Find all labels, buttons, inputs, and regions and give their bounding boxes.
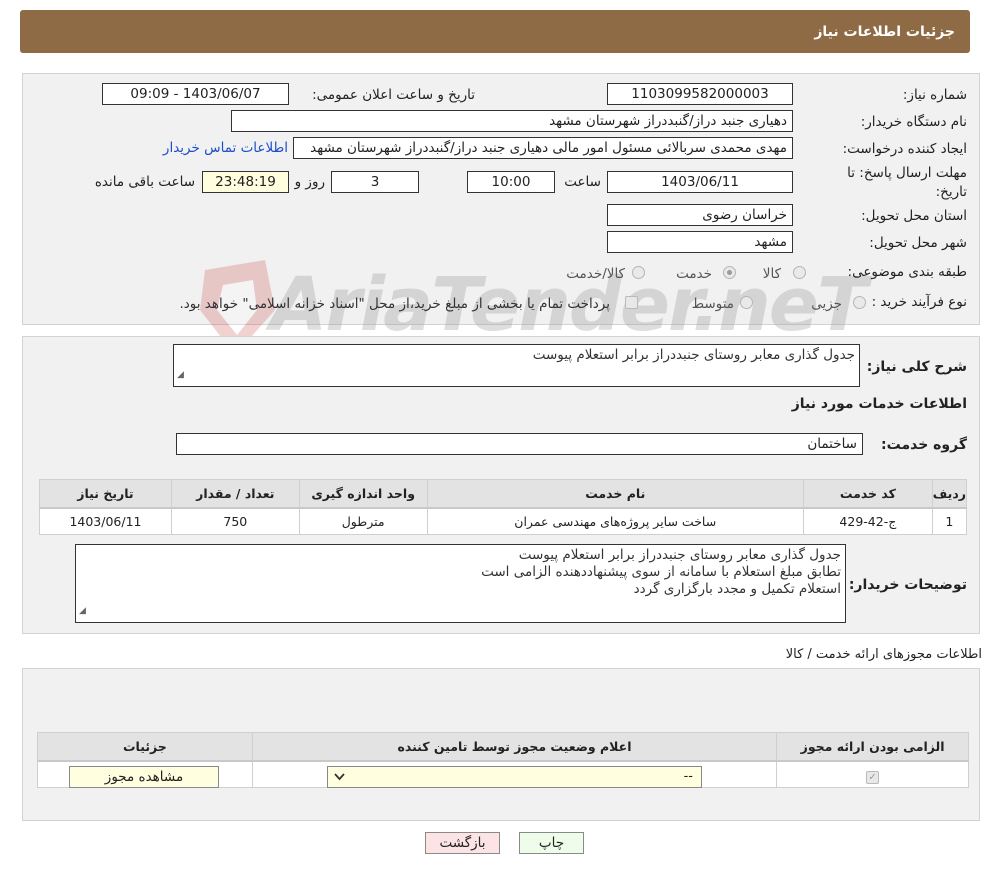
page-header: جزئیات اطلاعات نیاز	[20, 10, 970, 53]
category-goods-radio[interactable]	[793, 266, 806, 279]
category-goods-service-label: کالا/خدمت	[566, 266, 625, 282]
buyer-notes-textarea[interactable]: جدول گذاری معابر روستای جنبددراز برابر ا…	[75, 544, 846, 623]
payment-note: پرداخت تمام یا بخشی از مبلغ خرید،از محل …	[179, 296, 610, 312]
process-label: نوع فرآیند خرید :	[871, 294, 967, 310]
remaining-label: ساعت باقی مانده	[94, 174, 195, 190]
buyer-org-field: دهیاری جنبد دراز/گنبددراز شهرستان مشهد	[231, 110, 793, 132]
announce-field: 1403/06/07 - 09:09	[102, 83, 289, 105]
province-field: خراسان رضوی	[607, 204, 793, 226]
col-unit: واحد اندازه گیری	[298, 479, 428, 509]
cell-row: 1	[931, 507, 968, 535]
buyer-note-line: استعلام تکمیل و مجدد بارگزاری گردد	[633, 581, 841, 597]
col-permit-required: الزامی بودن ارائه مجوز	[776, 732, 969, 762]
col-qty: تعداد / مقدار	[170, 479, 300, 509]
need-number-label: شماره نیاز:	[902, 87, 967, 103]
days-field: 3	[331, 171, 419, 193]
col-date: تاریخ نیاز	[39, 479, 172, 509]
col-permit-details: جزئیات	[37, 732, 253, 762]
print-button[interactable]: چاپ	[519, 832, 584, 854]
remaining-time-field: 23:48:19	[202, 171, 289, 193]
city-field: مشهد	[607, 231, 793, 253]
cell-code: ج-42-429	[802, 507, 933, 535]
deadline-hour-label: ساعت	[564, 174, 601, 190]
need-number-field: 1103099582000003	[607, 83, 793, 105]
cell-permit-required: ✓	[776, 760, 969, 788]
table-row: 1 ج-42-429 ساخت سایر پروژه‌های مهندسی عم…	[39, 507, 968, 535]
creator-label: ایجاد کننده درخواست:	[842, 141, 967, 157]
deadline-date-field: 1403/06/11	[607, 171, 793, 193]
permit-status-select[interactable]: --	[327, 766, 702, 788]
summary-text: جدول گذاری معابر روستای جنبددراز برابر ا…	[532, 347, 855, 363]
buyer-org-label: نام دستگاه خریدار:	[860, 114, 967, 130]
resize-grip-icon[interactable]: ◢	[177, 367, 184, 384]
col-row: ردیف	[931, 479, 968, 509]
resize-grip-icon[interactable]: ◢	[79, 603, 86, 620]
days-label: روز و	[294, 174, 325, 190]
buyer-notes-label: توضیحات خریدار:	[848, 577, 967, 593]
permit-status-value: --	[683, 769, 693, 784]
page-title: جزئیات اطلاعات نیاز	[814, 23, 955, 40]
process-minor-radio[interactable]	[853, 296, 866, 309]
col-permit-status: اعلام وضعیت مجوز توسط تامین کننده	[251, 732, 778, 762]
col-code: کد خدمت	[802, 479, 933, 509]
buyer-note-line: جدول گذاری معابر روستای جنبددراز برابر ا…	[518, 547, 841, 563]
services-table: ردیف کد خدمت نام خدمت واحد اندازه گیری ت…	[39, 479, 968, 535]
summary-label: شرح کلی نیاز:	[866, 359, 967, 375]
cell-name: ساخت سایر پروژه‌های مهندسی عمران	[426, 507, 804, 535]
permits-heading: اطلاعات مجوزهای ارائه خدمت / کالا	[785, 647, 982, 662]
category-service-label: خدمت	[676, 266, 712, 282]
buyer-note-line: تطابق مبلغ استعلام با سامانه از سوی پیشن…	[481, 564, 841, 580]
services-heading: اطلاعات خدمات مورد نیاز	[791, 396, 967, 412]
category-goods-service-radio[interactable]	[632, 266, 645, 279]
announce-label: تاریخ و ساعت اعلان عمومی:	[312, 87, 475, 103]
deadline-time-field: 10:00	[467, 171, 555, 193]
category-label: طبقه بندی موضوعی:	[847, 264, 967, 280]
permits-table-header: الزامی بودن ارائه مجوز اعلام وضعیت مجوز …	[37, 732, 969, 762]
service-group-field: ساختمان	[176, 433, 863, 455]
province-label: استان محل تحویل:	[861, 208, 967, 224]
deadline-label: مهلت ارسال پاسخ: تا تاریخ:	[847, 165, 967, 200]
buyer-contact-link[interactable]: اطلاعات تماس خریدار	[163, 140, 288, 156]
col-name: نام خدمت	[426, 479, 804, 509]
cell-unit: مترطول	[298, 507, 428, 535]
view-permit-button[interactable]: مشاهده مجوز	[69, 766, 219, 788]
services-table-header: ردیف کد خدمت نام خدمت واحد اندازه گیری ت…	[39, 479, 968, 509]
back-button[interactable]: بازگشت	[425, 832, 500, 854]
cell-date: 1403/06/11	[39, 507, 172, 535]
chevron-down-icon	[334, 773, 345, 781]
category-service-radio[interactable]	[723, 266, 736, 279]
treasury-checkbox[interactable]	[625, 296, 638, 309]
process-medium-radio[interactable]	[740, 296, 753, 309]
city-label: شهر محل تحویل:	[869, 235, 967, 251]
process-medium-label: متوسط	[691, 296, 734, 312]
category-goods-label: کالا	[762, 266, 781, 282]
creator-field: مهدی محمدی سربالائی مسئول امور مالی دهیا…	[293, 137, 793, 159]
permit-required-checkbox: ✓	[866, 771, 880, 785]
process-minor-label: جزیی	[811, 296, 842, 312]
summary-textarea[interactable]: جدول گذاری معابر روستای جنبددراز برابر ا…	[173, 344, 860, 387]
service-group-label: گروه خدمت:	[881, 437, 967, 453]
cell-qty: 750	[170, 507, 300, 535]
